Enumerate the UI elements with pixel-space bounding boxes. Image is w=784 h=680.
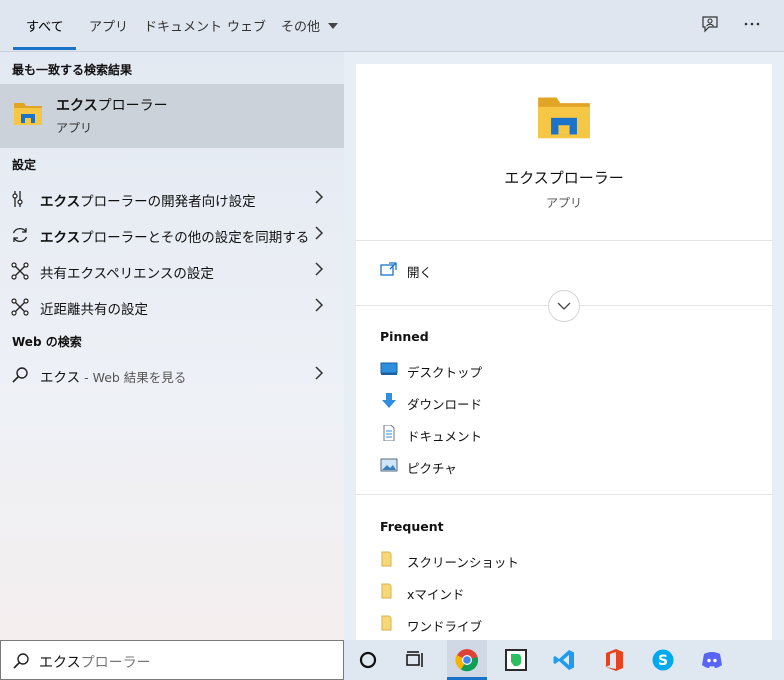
best-match-title-rest: プローラー: [97, 98, 168, 114]
search-tab-bar: すべて アプリ ドキュメント ウェブ その他: [0, 0, 784, 52]
web-search-query: エクス: [40, 370, 81, 386]
web-search-suffix: - Web 結果を見る: [80, 370, 187, 385]
web-search-heading: Web の検索: [12, 335, 82, 349]
pinned-item-label: ダウンロード: [407, 397, 483, 412]
active-tab-indicator: [13, 47, 76, 50]
frequent-item-label: xマインド: [407, 587, 465, 602]
pinned-heading: Pinned: [380, 329, 429, 344]
open-label: 開く: [407, 265, 433, 280]
folder-icon: [381, 551, 392, 567]
pinned-item-downloads[interactable]: ダウンロード: [380, 392, 680, 412]
settings-item-label: プローラーとその他の設定を同期する: [80, 230, 310, 246]
office-icon[interactable]: [602, 648, 626, 672]
web-search-item[interactable]: エクス - Web 結果を見る: [0, 356, 344, 392]
frequent-item-onedrive[interactable]: ワンドライブ: [380, 614, 680, 634]
search-typed-text: エクス: [39, 655, 81, 671]
task-view-icon[interactable]: [403, 648, 427, 672]
pinned-item-documents[interactable]: ドキュメント: [380, 424, 680, 444]
settings-item-label: 近距離共有の設定: [40, 302, 148, 318]
settings-item-label: 共有エクスペリエンスの設定: [40, 266, 214, 282]
settings-item-sync[interactable]: エクスプローラーとその他の設定を同期する: [0, 216, 344, 252]
pinned-item-pictures[interactable]: ピクチャ: [380, 456, 680, 476]
divider: [356, 494, 772, 495]
frequent-item-label: スクリーンショット: [407, 555, 519, 570]
chevron-right-icon: [315, 190, 324, 204]
settings-heading: 設定: [12, 158, 37, 172]
skype-icon[interactable]: S: [651, 648, 675, 672]
tab-documents[interactable]: ドキュメント: [144, 16, 222, 35]
expand-button[interactable]: [548, 290, 580, 322]
chevron-right-icon: [315, 298, 324, 312]
settings-item-bold: エクス: [40, 230, 81, 246]
settings-item-shared-experience[interactable]: 共有エクスペリエンスの設定: [0, 252, 344, 288]
sync-icon: [12, 227, 28, 243]
folder-icon: [381, 583, 392, 599]
pinned-item-label: デスクトップ: [407, 365, 483, 380]
chrome-icon: [455, 649, 479, 672]
best-match-item[interactable]: エクスプローラー アプリ: [0, 84, 344, 148]
folder-icon: [381, 615, 392, 631]
evernote-icon[interactable]: [504, 648, 528, 672]
frequent-item-screenshots[interactable]: スクリーンショット: [380, 550, 680, 570]
file-explorer-large-icon: [538, 97, 590, 139]
divider: [356, 240, 772, 241]
share-network-icon: [11, 298, 29, 316]
tab-more-label: その他: [281, 20, 321, 35]
settings-item-label: プローラーの開発者向け設定: [80, 194, 256, 210]
taskbar: S: [344, 640, 784, 680]
chrome-taskbar-button[interactable]: [447, 640, 487, 680]
search-box[interactable]: エクスプローラー: [0, 640, 344, 680]
best-match-heading: 最も一致する検索結果: [12, 63, 133, 77]
open-action[interactable]: 開く: [380, 260, 680, 280]
pinned-item-label: ピクチャ: [407, 461, 457, 476]
developer-settings-icon: [12, 191, 23, 207]
search-icon: [12, 367, 28, 383]
app-title: エクスプローラー: [504, 169, 624, 187]
results-list: 最も一致する検索結果 エクスプローラー アプリ 設定 エクスプローラーの開発者向…: [0, 52, 344, 640]
download-icon: [382, 393, 396, 408]
file-explorer-icon: [14, 103, 42, 125]
pinned-item-desktop[interactable]: デスクトップ: [380, 360, 680, 380]
feedback-icon[interactable]: [700, 14, 720, 34]
chevron-down-icon: [557, 302, 571, 310]
best-match-title-bold: エクス: [56, 98, 98, 114]
tab-apps[interactable]: アプリ: [89, 16, 128, 35]
best-match-title: エクスプローラー: [56, 95, 168, 115]
search-autocomplete-text: プローラー: [80, 655, 151, 671]
settings-item-bold: エクス: [40, 194, 81, 210]
open-icon: [380, 262, 397, 276]
chevron-right-icon: [315, 366, 324, 380]
share-network-icon: [11, 262, 29, 280]
best-match-subtitle: アプリ: [56, 121, 93, 135]
tab-all[interactable]: すべて: [26, 16, 64, 35]
settings-item-developer[interactable]: エクスプローラーの開発者向け設定: [0, 180, 344, 216]
tab-web[interactable]: ウェブ: [227, 16, 266, 35]
app-subtitle: アプリ: [545, 196, 582, 210]
vscode-icon[interactable]: [552, 648, 576, 672]
pictures-icon: [380, 458, 398, 472]
settings-item-nearby-sharing[interactable]: 近距離共有の設定: [0, 288, 344, 324]
more-options-icon[interactable]: [742, 14, 762, 34]
frequent-heading: Frequent: [380, 519, 444, 534]
pinned-item-label: ドキュメント: [407, 429, 483, 444]
desktop-icon: [380, 362, 398, 375]
search-icon: [13, 653, 29, 669]
document-icon: [383, 425, 395, 441]
chevron-right-icon: [315, 262, 324, 276]
chevron-right-icon: [315, 226, 324, 240]
cortana-icon[interactable]: [356, 648, 380, 672]
tab-more[interactable]: その他: [281, 16, 339, 35]
caret-down-icon: [328, 23, 339, 29]
svg-text:S: S: [658, 653, 668, 669]
frequent-item-label: ワンドライブ: [407, 619, 483, 634]
frequent-item-xmind[interactable]: xマインド: [380, 582, 680, 602]
search-input[interactable]: エクスプローラー: [39, 652, 151, 672]
preview-pane: エクスプローラー アプリ 開く Pinned デスクトップ ダウンロード ドキュ…: [356, 64, 772, 640]
discord-icon[interactable]: [700, 648, 724, 672]
